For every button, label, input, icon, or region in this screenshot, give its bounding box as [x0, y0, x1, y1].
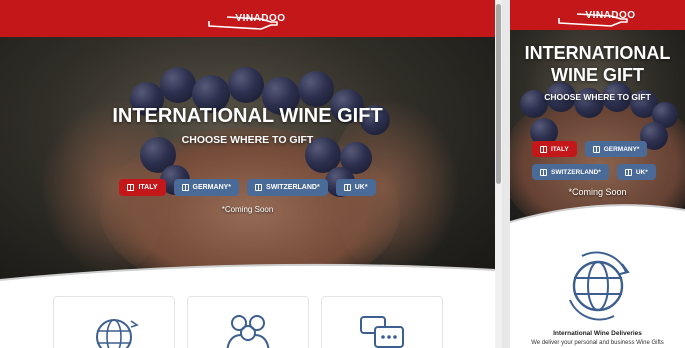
coming-soon-note: *Coming Soon — [221, 205, 274, 214]
country-button-italy[interactable]: ITALY — [532, 141, 577, 157]
mobile-header-bar: VINADOO — [510, 0, 685, 30]
country-label: SWITZERLAND* — [266, 184, 320, 191]
desktop-scrollbar[interactable] — [495, 0, 502, 348]
country-label: GERMANY* — [603, 145, 640, 153]
country-label: GERMANY* — [192, 184, 232, 191]
country-label: ITALY — [551, 145, 569, 153]
mobile-hero-title: INTERNATIONAL WINE GIFT — [524, 43, 671, 85]
country-button-germany[interactable]: GERMANY* — [584, 141, 648, 157]
gift-icon — [343, 184, 351, 191]
features-row — [0, 296, 495, 348]
mobile-hero-banner: INTERNATIONAL WINE GIFT CHOOSE WHERE TO … — [510, 30, 685, 225]
hero-title: INTERNATIONAL WINE GIFT — [112, 105, 383, 127]
country-label: UK* — [354, 184, 368, 191]
hero-bottom-wave — [0, 263, 495, 292]
country-button-switzerland[interactable]: SWITZERLAND* — [247, 179, 328, 196]
mobile-hero-bottom-wave — [510, 204, 685, 228]
wine-bottle-logo-icon — [558, 12, 629, 27]
gift-icon — [624, 168, 632, 176]
viewport-divider — [502, 0, 510, 348]
header-bar: VINADOO — [0, 0, 495, 37]
gift-icon — [540, 168, 547, 176]
country-button-germany[interactable]: GERMANY* — [173, 179, 240, 196]
country-button-italy[interactable]: ITALY — [119, 179, 166, 196]
globe-delivery-icon — [95, 319, 139, 348]
gift-icon — [255, 184, 263, 191]
gift-icon — [181, 184, 189, 191]
gift-icon — [127, 184, 135, 191]
country-label: ITALY — [138, 184, 158, 191]
globe-delivery-icon — [569, 251, 630, 321]
country-button-switzerland[interactable]: SWITZERLAND* — [532, 164, 609, 180]
desktop-viewport: VINADOO INTERNATIONAL WINE GIFT CHOOSE W… — [0, 0, 495, 348]
hero-subtitle: CHOOSE WHERE TO GIFT — [181, 134, 314, 146]
gift-icon — [540, 145, 547, 153]
country-button-uk[interactable]: UK* — [616, 164, 656, 180]
scrollbar-thumb[interactable] — [496, 4, 501, 184]
hero-banner: INTERNATIONAL WINE GIFT CHOOSE WHERE TO … — [0, 37, 495, 285]
hero-overlay — [0, 37, 495, 285]
mobile-feature-text: We deliver your personal and business Wi… — [531, 340, 664, 346]
people-icon — [226, 315, 269, 348]
country-label: SWITZERLAND* — [551, 168, 601, 176]
mobile-country-buttons: ITALY GERMANY* SWITZERLAND* UK* — [532, 141, 672, 180]
mobile-feature-title: International Wine Deliveries — [553, 330, 642, 337]
country-buttons: ITALY GERMANY* SWITZERLAND* UK* — [0, 179, 495, 196]
coming-soon-note: *Coming Soon — [568, 187, 627, 197]
mobile-viewport: VINADOO INTERNATIONAL WINE GIFT CHOOSE W… — [510, 0, 685, 348]
logo[interactable]: VINADOO — [208, 13, 285, 30]
feature-card-people[interactable] — [186, 296, 309, 348]
gift-icon — [592, 145, 600, 153]
country-label: UK* — [635, 168, 648, 176]
feature-card-chat[interactable] — [320, 296, 443, 348]
wine-bottle-logo-icon — [208, 16, 279, 30]
mobile-logo[interactable]: VINADOO — [558, 10, 635, 27]
feature-card-delivery[interactable] — [52, 296, 175, 348]
mobile-hero-subtitle: CHOOSE WHERE TO GIFT — [544, 92, 651, 102]
country-button-uk[interactable]: UK* — [335, 179, 376, 196]
chat-bubbles-icon — [359, 316, 404, 348]
